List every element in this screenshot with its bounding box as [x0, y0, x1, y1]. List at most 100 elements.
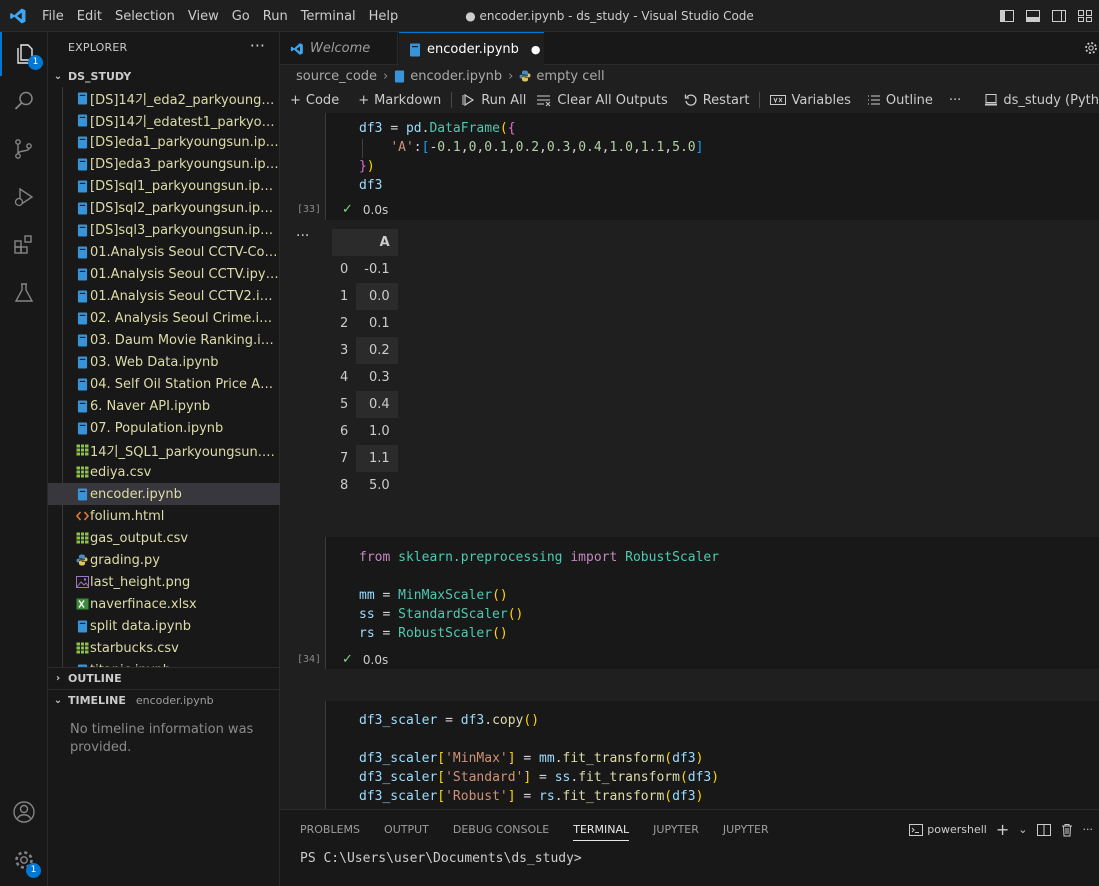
file-item[interactable]: 01.Analysis Seoul CCTV-Copy1.... — [48, 241, 280, 263]
toggle-primary-sidebar-icon[interactable] — [999, 8, 1015, 24]
file-item[interactable]: [DS]sql3_parkyoungsun.ipynb — [48, 219, 280, 241]
tab-terminal[interactable]: TERMINAL — [573, 823, 630, 841]
row-index: 6 — [332, 418, 357, 445]
file-name: 14기_SQL1_parkyoungsun.csv.c... — [90, 444, 280, 460]
cell-source[interactable]: df3_scaler = df3.copy() df3_scaler['MinM… — [359, 711, 719, 806]
notebook-icon — [75, 157, 89, 171]
file-name: 02. Analysis Seoul Crime.ipynb — [90, 310, 280, 326]
terminal-shell-selector[interactable]: powershell — [909, 823, 987, 837]
file-item[interactable]: folium.html — [48, 505, 280, 527]
chevron-right-icon: › — [383, 68, 389, 84]
toggle-panel-icon[interactable] — [1025, 8, 1041, 24]
table-header-row: A — [332, 229, 398, 256]
file-item[interactable]: gas_output.csv — [48, 527, 280, 549]
file-item[interactable]: 03. Web Data.ipynb — [48, 351, 280, 373]
tab-output[interactable]: OUTPUT — [384, 823, 429, 836]
file-item[interactable]: [DS]sql1_parkyoungsun.ipynb — [48, 175, 280, 197]
file-item[interactable]: 04. Self Oil Station Price Analys... — [48, 373, 280, 395]
file-item[interactable]: [DS]14기_eda2_parkyoungsun.i... — [48, 87, 280, 109]
file-item[interactable]: encoder.ipynb — [48, 483, 280, 505]
restart-button[interactable]: Restart — [684, 93, 749, 108]
gear-icon[interactable] — [1083, 40, 1099, 56]
source-control-activity[interactable] — [0, 127, 48, 171]
cell-status: ✓ 0.0s — [342, 202, 388, 217]
column-header: A — [356, 229, 398, 256]
notebook-icon — [75, 355, 89, 369]
file-item[interactable]: 03. Daum Movie Ranking.ipynb — [48, 329, 280, 351]
outline-button[interactable]: Outline — [867, 93, 933, 108]
accounts-activity[interactable] — [0, 790, 48, 834]
search-icon — [12, 89, 36, 113]
run-all-button[interactable]: Run All — [462, 93, 526, 108]
new-terminal-icon[interactable]: + — [996, 820, 1009, 839]
file-item[interactable]: 02. Analysis Seoul Crime.ipynb — [48, 307, 280, 329]
dirty-indicator[interactable]: ● — [531, 43, 541, 56]
run-all-label: Run All — [481, 92, 527, 108]
file-item[interactable]: [DS]14기_edatest1_parkyoungs... — [48, 109, 280, 131]
search-activity[interactable] — [0, 79, 48, 123]
tab-welcome[interactable]: Welcome — [280, 32, 398, 65]
file-item[interactable]: split data.ipynb — [48, 615, 280, 637]
notebook-icon — [75, 201, 89, 215]
file-item[interactable]: [DS]sql2_parkyoungsun.ipynb — [48, 197, 280, 219]
file-item[interactable]: 6. Naver API.ipynb — [48, 395, 280, 417]
breadcrumb-file[interactable]: encoder.ipynb — [410, 69, 502, 84]
file-name: 07. Population.ipynb — [90, 420, 224, 436]
testing-activity[interactable] — [0, 271, 48, 315]
tab-jupyter-2[interactable]: JUPYTER — [723, 823, 769, 836]
notebook-icon — [75, 91, 89, 105]
tab-debug-console[interactable]: DEBUG CONSOLE — [453, 823, 549, 836]
kernel-icon — [984, 93, 998, 107]
breadcrumb-cell[interactable]: empty cell — [536, 69, 604, 84]
trash-icon[interactable] — [1060, 823, 1074, 837]
folder-section[interactable]: ⌄ DS_STUDY — [48, 65, 280, 87]
table-row: 5 0.4 — [332, 391, 398, 418]
file-item[interactable]: titanic.ipynb — [48, 659, 280, 667]
breadcrumb-folder[interactable]: source_code — [296, 69, 377, 84]
code-cell[interactable]: df3_scaler = df3.copy() df3_scaler['MinM… — [325, 701, 1099, 809]
file-item[interactable]: last_height.png — [48, 571, 280, 593]
toolbar-more-button[interactable]: ··· — [949, 93, 961, 108]
extensions-activity[interactable] — [0, 223, 48, 267]
toggle-secondary-sidebar-icon[interactable] — [1051, 8, 1067, 24]
customize-layout-icon[interactable] — [1077, 8, 1093, 24]
file-name: 03. Daum Movie Ranking.ipynb — [90, 332, 280, 348]
add-code-cell-button[interactable]: + Code — [290, 93, 339, 108]
variables-button[interactable]: Variables — [770, 93, 851, 108]
file-item[interactable]: 07. Population.ipynb — [48, 417, 280, 439]
chevron-down-icon[interactable]: ⌄ — [1018, 823, 1027, 836]
file-item[interactable]: 01.Analysis Seoul CCTV2.ipynb — [48, 285, 280, 307]
timeline-section[interactable]: ⌄ TIMELINE encoder.ipynb — [48, 689, 280, 711]
code-cell[interactable]: from sklearn.preprocessing import Robust… — [325, 537, 1099, 669]
terminal-prompt[interactable]: PS C:\Users\user\Documents\ds_study> — [300, 851, 582, 866]
cell-source[interactable]: df3 = pd.DataFrame({ 'A':[-0.1,0,0.1,0.2… — [359, 119, 703, 195]
row-index: 7 — [332, 445, 357, 472]
explorer-activity[interactable]: 1 — [0, 32, 48, 76]
code-cell[interactable]: df3 = pd.DataFrame({ 'A':[-0.1,0,0.1,0.2… — [325, 113, 1099, 220]
cell-source[interactable]: from sklearn.preprocessing import Robust… — [359, 548, 719, 643]
outline-section[interactable]: › OUTLINE — [48, 667, 280, 689]
manage-activity[interactable]: 1 — [0, 838, 48, 882]
file-item[interactable]: ediya.csv — [48, 461, 280, 483]
clear-all-outputs-button[interactable]: Clear All Outputs — [536, 93, 668, 108]
tab-encoder[interactable]: encoder.ipynb ● — [399, 32, 544, 66]
tab-jupyter[interactable]: JUPYTER — [653, 823, 699, 836]
file-item[interactable]: grading.py — [48, 549, 280, 571]
split-terminal-icon[interactable] — [1036, 823, 1051, 837]
run-debug-activity[interactable] — [0, 175, 48, 219]
explorer-sidebar: EXPLORER ··· ⌄ DS_STUDY [DS]14기_eda2_par… — [48, 32, 280, 886]
explorer-more-button[interactable]: ··· — [250, 36, 265, 55]
output-more-button[interactable]: ··· — [296, 228, 309, 244]
row-index: 2 — [332, 310, 357, 337]
kernel-picker[interactable]: ds_study (Pyth — [984, 93, 1099, 108]
outline-label: Outline — [885, 92, 933, 108]
file-item[interactable]: naverfinace.xlsx — [48, 593, 280, 615]
file-item[interactable]: [DS]eda1_parkyoungsun.ipynb — [48, 131, 280, 153]
file-item[interactable]: 01.Analysis Seoul CCTV.ipynb — [48, 263, 280, 285]
file-item[interactable]: 14기_SQL1_parkyoungsun.csv.c... — [48, 439, 280, 461]
add-markdown-cell-button[interactable]: + Markdown — [358, 93, 441, 108]
more-actions-icon[interactable]: ··· — [1083, 823, 1094, 836]
file-item[interactable]: [DS]eda3_parkyoungsun.ipynb — [48, 153, 280, 175]
file-item[interactable]: starbucks.csv — [48, 637, 280, 659]
tab-problems[interactable]: PROBLEMS — [300, 823, 360, 836]
